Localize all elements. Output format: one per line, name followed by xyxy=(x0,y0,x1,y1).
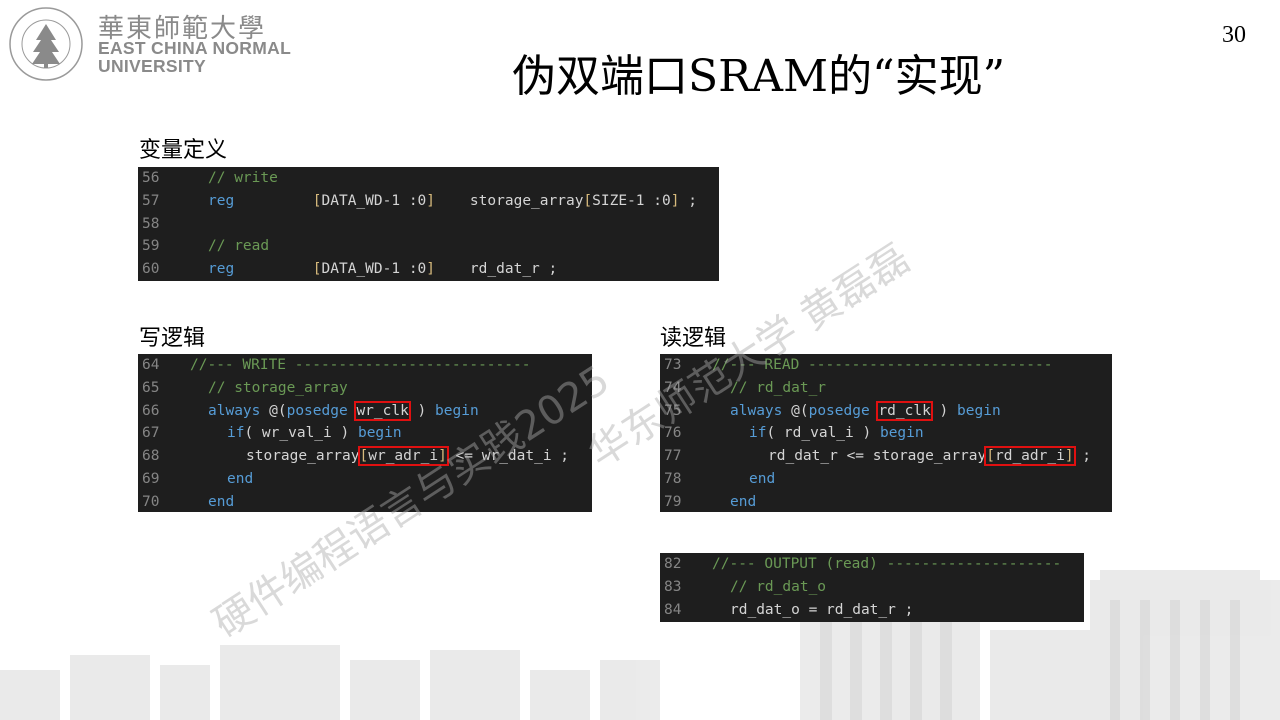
code-line: 75 always @(posedge rd_clk ) begin xyxy=(660,400,1112,423)
code-line: 78 end xyxy=(660,468,1112,491)
highlight-rd-adr-i: [rd_adr_i] xyxy=(984,446,1076,467)
line-number: 68 xyxy=(142,448,160,465)
slide-title: 伪双端口SRAM的“实现” xyxy=(512,51,1006,102)
line-number: 83 xyxy=(664,578,682,595)
code-panel-write: 64 //--- WRITE --------------------------… xyxy=(138,354,592,512)
line-number: 74 xyxy=(664,379,682,396)
code-line: 82 //--- OUTPUT (read) ------------------… xyxy=(660,553,1084,576)
code-comment: // rd_dat_o xyxy=(730,578,827,595)
code-line: 58 xyxy=(138,213,719,236)
code-panel-definition: 56 // write 57 reg [DATA_WD-1 :0] storage_… xyxy=(138,167,719,281)
code-keyword: end xyxy=(749,470,776,487)
code-line: 76 if( rd_val_i ) begin xyxy=(660,422,1112,445)
code-text: if( rd_val_i ) begin xyxy=(749,425,924,442)
section-label-read: 读逻辑 xyxy=(660,326,727,351)
code-text: always @(posedge wr_clk ) begin xyxy=(208,400,479,421)
code-line: 77 rd_dat_r <= storage_array[rd_adr_i] ; xyxy=(660,445,1112,468)
code-line: 70 end xyxy=(138,491,592,514)
code-comment: // rd_dat_r xyxy=(730,379,827,396)
code-line: 67 if( wr_val_i ) begin xyxy=(138,422,592,445)
code-line: 79 end xyxy=(660,491,1112,514)
code-line: 65 // storage_array xyxy=(138,377,592,400)
code-line: 56 // write xyxy=(138,167,719,190)
code-keyword: end xyxy=(227,470,254,487)
highlight-wr-clk: wr_clk xyxy=(354,400,411,421)
code-line: 60 reg [DATA_WD-1 :0] rd_dat_r ; xyxy=(138,258,719,281)
code-line: 68 storage_array[wr_adr_i] <= wr_dat_i ; xyxy=(138,445,592,468)
code-comment: // storage_array xyxy=(208,379,348,396)
highlight-wr-adr-i: [wr_adr_i] xyxy=(357,446,449,467)
line-number: 79 xyxy=(664,493,682,510)
section-label-definition: 变量定义 xyxy=(139,138,228,163)
code-panel-read: 73 //--- READ ---------------------------… xyxy=(660,354,1112,512)
line-number: 60 xyxy=(142,261,160,278)
highlight-rd-clk: rd_clk xyxy=(876,400,933,421)
section-label-write: 写逻辑 xyxy=(139,326,206,351)
code-line: 73 //--- READ ---------------------------… xyxy=(660,354,1112,377)
code-text: if( wr_val_i ) begin xyxy=(227,425,402,442)
line-number: 56 xyxy=(142,170,160,186)
line-number: 64 xyxy=(142,357,160,373)
code-comment: // read xyxy=(208,238,270,255)
code-comment: //--- WRITE --------------------------- xyxy=(190,357,531,373)
code-panel-output: 82 //--- OUTPUT (read) ------------------… xyxy=(660,553,1084,622)
code-line: 64 //--- WRITE --------------------------… xyxy=(138,354,592,377)
code-line: 84 rd_dat_o = rd_dat_r ; xyxy=(660,599,1084,622)
code-line: 59 // read xyxy=(138,235,719,258)
code-keyword: end xyxy=(730,493,757,510)
code-text: always @(posedge rd_clk ) begin xyxy=(730,400,1001,421)
line-number: 66 xyxy=(142,402,160,419)
line-number: 82 xyxy=(664,556,682,572)
line-number: 69 xyxy=(142,470,160,487)
university-name-en-line2: UNIVERSITY xyxy=(98,56,207,76)
line-number: 73 xyxy=(664,357,682,373)
code-text: storage_array[wr_adr_i] <= wr_dat_i ; xyxy=(246,446,570,467)
code-text: reg [DATA_WD-1 :0] rd_dat_r ; xyxy=(208,261,558,278)
page-number: 30 xyxy=(1222,22,1246,48)
code-text: reg [DATA_WD-1 :0] storage_array[SIZE-1 … xyxy=(208,192,697,209)
code-keyword: end xyxy=(208,493,235,510)
line-number: 57 xyxy=(142,192,160,209)
code-comment: //--- READ ---------------------------- xyxy=(712,357,1053,373)
code-comment: //--- OUTPUT (read) -------------------- xyxy=(712,556,1062,572)
line-number: 70 xyxy=(142,493,160,510)
code-text: rd_dat_o = rd_dat_r ; xyxy=(730,601,914,618)
code-line: 74 // rd_dat_r xyxy=(660,377,1112,400)
line-number: 67 xyxy=(142,425,160,442)
code-comment: // write xyxy=(208,170,278,186)
line-number: 58 xyxy=(142,215,160,232)
code-line: 69 end xyxy=(138,468,592,491)
code-line: 83 // rd_dat_o xyxy=(660,576,1084,599)
line-number: 75 xyxy=(664,402,682,419)
line-number: 65 xyxy=(142,379,160,396)
line-number: 76 xyxy=(664,425,682,442)
campus-skyline-background xyxy=(0,570,1280,720)
code-line: 66 always @(posedge wr_clk ) begin xyxy=(138,400,592,423)
line-number: 78 xyxy=(664,470,682,487)
line-number: 84 xyxy=(664,601,682,618)
code-line: 57 reg [DATA_WD-1 :0] storage_array[SIZE-… xyxy=(138,190,719,213)
line-number: 77 xyxy=(664,448,682,465)
code-text: rd_dat_r <= storage_array[rd_adr_i] ; xyxy=(768,446,1092,467)
line-number: 59 xyxy=(142,238,160,255)
university-seal-logo xyxy=(9,7,83,81)
